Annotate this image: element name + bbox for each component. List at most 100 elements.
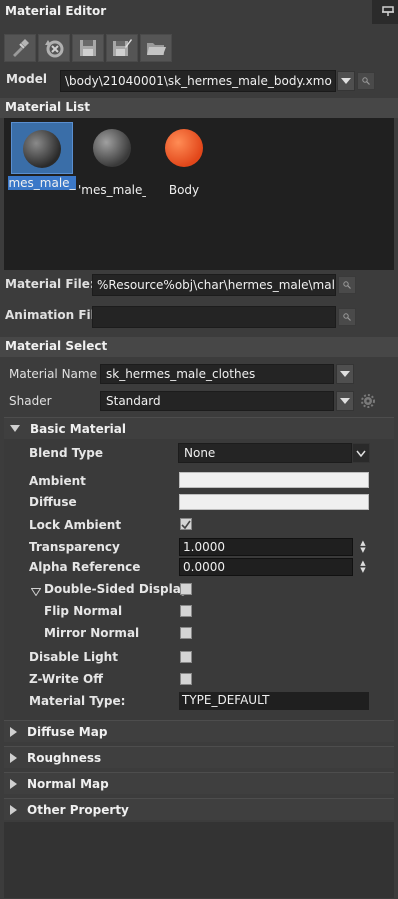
disable-light-checkbox[interactable]: [180, 651, 192, 663]
collapse-arrow-icon: [30, 588, 42, 597]
model-select[interactable]: \body\21040001\sk_hermes_male_body.xmo: [60, 70, 336, 92]
group-label: Other Property: [27, 802, 129, 817]
material-sphere: [165, 129, 203, 167]
chevron-down-icon: [340, 371, 350, 377]
expand-arrow-icon: [10, 752, 17, 763]
chevron-down-icon: [340, 398, 350, 404]
material-item[interactable]: mes_male_: [8, 122, 76, 190]
diffuse-label: Diffuse: [29, 495, 77, 509]
eyedropper-icon: [13, 39, 29, 57]
shader-settings-button[interactable]: [360, 393, 376, 409]
other-property-group-header[interactable]: Other Property: [4, 798, 394, 820]
material-item[interactable]: 'mes_male_: [78, 122, 146, 197]
material-type-label: Material Type:: [29, 694, 126, 708]
lock-ambient-checkbox[interactable]: [180, 518, 192, 530]
alpha-reference-label: Alpha Reference: [29, 560, 141, 574]
empty-panel-area: [4, 822, 394, 898]
material-select-header: Material Select: [0, 337, 398, 357]
search-icon: [343, 313, 351, 321]
transparency-label: Transparency: [29, 540, 120, 554]
model-dropdown-button[interactable]: [337, 71, 355, 91]
chevron-down-icon: [341, 78, 351, 84]
group-label: Roughness: [27, 750, 102, 765]
material-thumbnail: [11, 122, 73, 174]
pin-icon[interactable]: [382, 5, 394, 17]
zwrite-off-checkbox[interactable]: [180, 673, 192, 685]
alpha-reference-input[interactable]: 0.0000: [179, 558, 353, 576]
transparency-spinner[interactable]: ▲ ▼: [358, 538, 368, 556]
material-name-dropdown-button[interactable]: [336, 364, 354, 384]
spin-down-icon[interactable]: ▼: [360, 547, 365, 554]
roughness-group-header[interactable]: Roughness: [4, 746, 394, 768]
save-as-icon: [113, 39, 132, 56]
basic-material-label: Basic Material: [30, 421, 126, 436]
reset-button[interactable]: [38, 34, 70, 62]
open-folder-icon: [147, 43, 166, 55]
material-list-header: Material List: [0, 98, 398, 118]
material-sphere: [23, 130, 61, 168]
model-browse-button[interactable]: [357, 72, 375, 90]
group-label: Diffuse Map: [27, 724, 108, 739]
reset-icon: [45, 40, 64, 58]
material-caption: 'mes_male_: [78, 183, 146, 197]
group-label: Normal Map: [27, 776, 109, 791]
material-item[interactable]: Body: [150, 122, 218, 197]
material-file-label: Material File:: [5, 277, 95, 291]
blend-type-dropdown-button[interactable]: [352, 443, 370, 463]
save-as-button[interactable]: [106, 34, 138, 62]
material-caption: mes_male_: [8, 176, 76, 190]
material-list: mes_male_ 'mes_male_ Body: [4, 118, 394, 270]
window-title[interactable]: Material Editor: [0, 0, 372, 24]
diffuse-color-swatch[interactable]: [179, 494, 369, 510]
shader-label: Shader: [9, 394, 52, 408]
expand-arrow-icon: [10, 726, 17, 737]
toolbar: [4, 34, 172, 62]
alpha-reference-spinner[interactable]: ▲ ▼: [358, 558, 368, 576]
material-type-value: TYPE_DEFAULT: [179, 692, 369, 710]
blend-type-select[interactable]: None: [178, 443, 352, 463]
material-caption: Body: [168, 183, 200, 197]
material-file-field[interactable]: %Resource%obj\char\hermes_male\mal: [92, 274, 336, 296]
double-sided-toggle[interactable]: [30, 585, 42, 599]
normal-map-group-header[interactable]: Normal Map: [4, 772, 394, 794]
checkmark-icon: [181, 520, 191, 530]
gear-icon: [361, 394, 375, 408]
ambient-label: Ambient: [29, 474, 86, 488]
expand-arrow-icon: [10, 425, 20, 432]
lock-ambient-label: Lock Ambient: [29, 518, 122, 532]
spin-down-icon[interactable]: ▼: [360, 567, 365, 574]
mirror-normal-checkbox[interactable]: [180, 627, 192, 639]
eyedropper-button[interactable]: [4, 34, 36, 62]
save-button[interactable]: [72, 34, 104, 62]
search-icon: [362, 77, 370, 85]
diffuse-map-group-header[interactable]: Diffuse Map: [4, 720, 394, 742]
material-name-select[interactable]: sk_hermes_male_clothes: [100, 364, 334, 384]
save-icon: [80, 40, 96, 56]
zwrite-off-label: Z-Write Off: [29, 672, 103, 686]
basic-material-group-header[interactable]: Basic Material: [4, 417, 394, 439]
open-folder-button[interactable]: [140, 34, 172, 62]
double-sided-checkbox[interactable]: [180, 583, 192, 595]
flip-normal-checkbox[interactable]: [180, 605, 192, 617]
material-thumbnail: [153, 129, 215, 181]
material-file-browse-button[interactable]: [338, 276, 356, 294]
transparency-input[interactable]: 1.0000: [179, 538, 353, 556]
animation-file-field[interactable]: [92, 306, 336, 328]
flip-normal-label: Flip Normal: [44, 604, 123, 618]
chevron-down-icon: [356, 450, 366, 457]
material-sphere: [93, 129, 131, 167]
mirror-normal-label: Mirror Normal: [44, 626, 140, 640]
material-thumbnail: [81, 129, 143, 181]
blend-type-label: Blend Type: [29, 446, 104, 460]
shader-dropdown-button[interactable]: [336, 391, 354, 411]
animation-file-browse-button[interactable]: [338, 308, 356, 326]
material-name-label: Material Name: [9, 367, 97, 381]
model-label: Model: [6, 72, 48, 86]
expand-arrow-icon: [10, 804, 17, 815]
search-icon: [343, 281, 351, 289]
double-sided-label: Double-Sided Display: [44, 582, 189, 596]
expand-arrow-icon: [10, 778, 17, 789]
disable-light-label: Disable Light: [29, 650, 118, 664]
ambient-color-swatch[interactable]: [179, 472, 369, 488]
shader-select[interactable]: Standard: [100, 391, 334, 411]
